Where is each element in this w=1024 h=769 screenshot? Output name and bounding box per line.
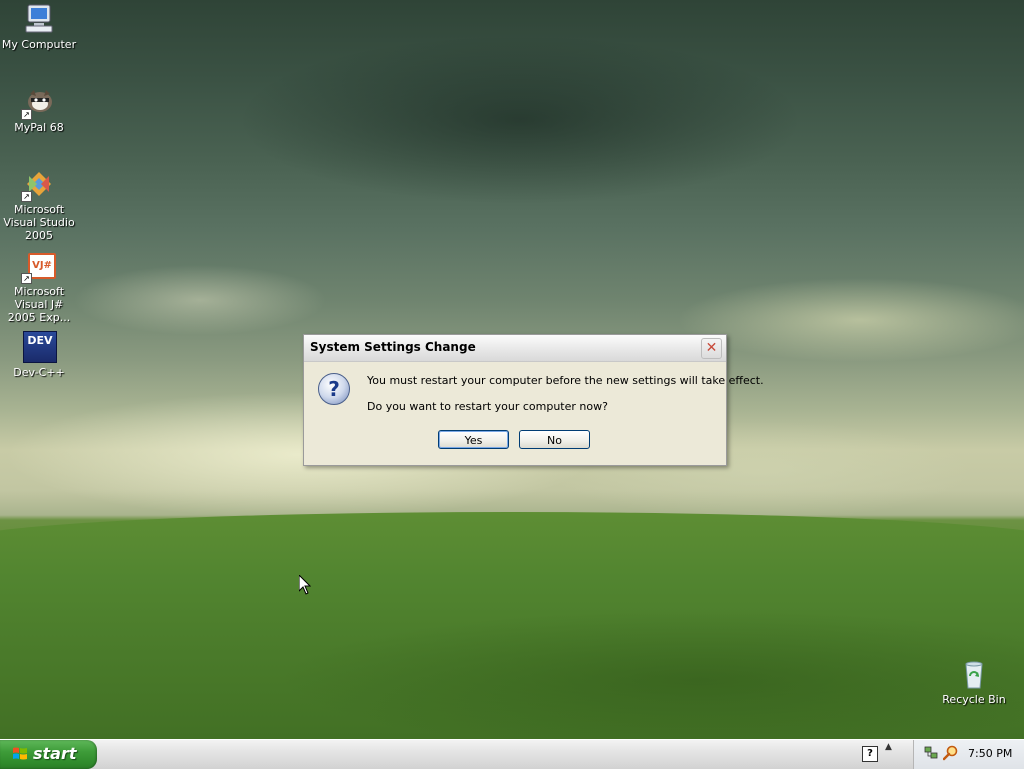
start-label: start [33,744,77,763]
shortcut-arrow-icon: ↗ [21,109,32,120]
recycle-bin-icon [958,658,990,690]
desktop-icon-label: Dev-C++ [13,366,65,379]
visual-studio-icon: ↗ [21,168,55,202]
desktop-icon-visual-studio[interactable]: ↗ Microsoft Visual Studio 2005 [0,168,78,242]
tray-toggle-icon[interactable]: ▲ [885,743,892,752]
help-icon[interactable]: ? [862,746,878,762]
taskbar: start ? ▲ 7:50 PM [0,739,1024,769]
clock[interactable]: 7:50 PM [968,747,1012,760]
shortcut-arrow-icon: ↗ [21,191,32,202]
network-icon[interactable] [924,746,938,760]
shortcut-arrow-icon: ↗ [21,273,32,284]
desktop-wallpaper-shade [0,600,1024,739]
desktop[interactable]: My Computer ↗ MyPal 68 ↗ Microsoft Visua… [0,0,1024,739]
dialog-titlebar[interactable]: System Settings Change ✕ [304,335,726,362]
search-icon[interactable] [943,745,959,761]
desktop-icon-visual-jsharp[interactable]: VJ# ↗ Microsoft Visual J# 2005 Exp... [0,250,78,324]
mypal-icon: ↗ [21,86,55,120]
desktop-icon-label: Microsoft Visual Studio 2005 [3,203,75,242]
dialog-title: System Settings Change [310,340,476,354]
visual-jsharp-icon: VJ# ↗ [21,250,56,284]
yes-button[interactable]: Yes [438,430,509,449]
desktop-icon-label: Microsoft Visual J# 2005 Exp... [7,285,71,324]
desktop-icon-label: My Computer [1,38,77,51]
desktop-icon-devcpp[interactable]: DEV Dev-C++ [0,331,78,379]
no-button[interactable]: No [519,430,590,449]
desktop-icon-recycle-bin[interactable]: Recycle Bin [935,658,1013,706]
system-tray: 7:50 PM [913,740,1024,769]
desktop-icon-label: Recycle Bin [942,693,1006,706]
desktop-icon-mypal[interactable]: ↗ MyPal 68 [0,86,78,134]
my-computer-icon [23,3,55,35]
close-icon: ✕ [705,340,718,356]
dialog-message: You must restart your computer before th… [367,374,764,387]
desktop-icon-my-computer[interactable]: My Computer [0,3,78,51]
dialog-question: Do you want to restart your computer now… [367,400,608,413]
system-settings-change-dialog[interactable]: System Settings Change ✕ ? You must rest… [303,334,764,466]
windows-logo-icon [13,747,27,760]
start-button[interactable]: start [0,740,97,769]
devcpp-badge: DEV [23,331,57,363]
mouse-cursor-icon [299,575,311,595]
devcpp-icon: DEV [23,331,57,363]
close-button[interactable]: ✕ [701,338,722,359]
vjsharp-badge: VJ# [28,253,56,279]
question-icon: ? [318,373,350,405]
desktop-icon-label: MyPal 68 [14,121,64,134]
